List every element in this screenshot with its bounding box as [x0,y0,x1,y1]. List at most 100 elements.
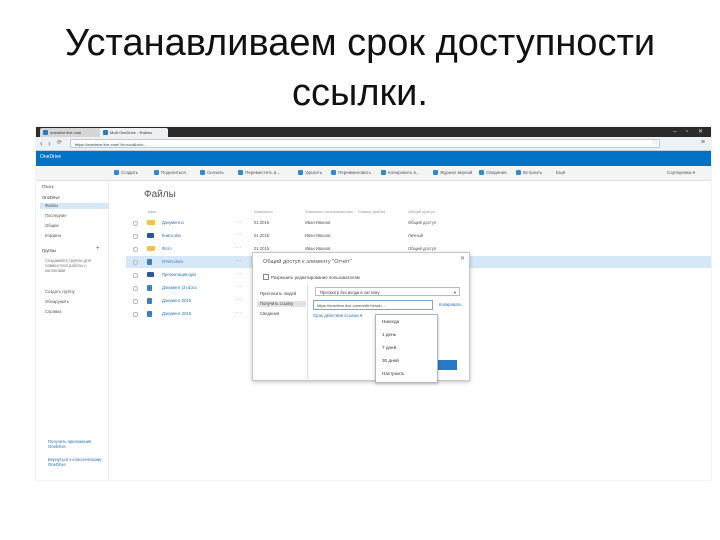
share-icon [154,170,159,175]
cmd-copy[interactable]: Копировать в... [381,169,420,177]
sidebar-owner[interactable]: OneDrive [42,195,60,200]
more-options-icon[interactable]: ··· [236,257,241,265]
col-sharing[interactable]: Общий доступ [408,209,435,214]
sidebar-item-recent[interactable]: Последние [45,213,67,218]
download-icon [200,170,205,175]
file-name[interactable]: Отчёт.docx [162,257,183,267]
cmd-details[interactable]: Сведения [479,169,507,177]
share-link-field[interactable]: https://onedrive.live.com/redir?resid=..… [313,300,433,310]
link-expiry-dropdown[interactable]: Срок действия ссылки ▾ [313,313,362,319]
row-checkbox[interactable] [133,221,138,226]
expiry-option-1-day[interactable]: 1 день [382,331,396,339]
row-checkbox[interactable] [133,286,138,291]
cmd-rename[interactable]: Переименовать [331,169,371,177]
file-name[interactable]: Документ 2015 [162,309,191,319]
expiry-option-custom[interactable]: Настроить [382,370,404,378]
file-name[interactable]: Книга.xlsx [162,231,181,241]
row-checkbox[interactable] [133,299,138,304]
sidebar-item-files[interactable]: Файлы [40,203,109,209]
sidebar-discover[interactable]: Обнаружить [45,299,69,304]
dialog-title: Общий доступ к элементу "Отчёт" [263,259,352,265]
cmd-version-history[interactable]: Журнал версий [433,169,472,177]
sidebar-help[interactable]: Справка [45,309,61,314]
file-name[interactable]: Документы [162,218,184,228]
cmd-more[interactable]: Ещё [556,169,565,177]
table-row[interactable]: Документы ··· 01.2015 Иван Иванов Общий … [126,217,711,229]
more-options-icon[interactable]: ··· [236,218,241,226]
more-options-icon[interactable]: ··· [236,309,241,317]
plus-icon [114,170,119,175]
cmd-share[interactable]: Поделиться [154,169,186,177]
expiry-option-never[interactable]: Никогда [382,318,399,326]
cmd-move[interactable]: Переместить в... [238,169,280,177]
reload-icon[interactable]: ⟳ [57,138,62,149]
sidebar-create-group[interactable]: Создать группу [45,289,75,294]
file-name[interactable]: Документ (2).docx [162,283,197,293]
permission-select[interactable]: Просмотр без входа в систему ▾ [315,287,460,296]
window-controls[interactable]: – ▫ ✕ [673,128,707,135]
row-checkbox[interactable] [133,312,138,317]
file-modified: 01.2015 [254,233,270,238]
document-icon [147,259,152,265]
row-checkbox[interactable] [133,260,138,265]
dialog-nav-details[interactable]: Сведения [260,311,279,317]
copy-link-button[interactable]: Копировать [439,302,462,307]
expiry-dropdown-list: Никогда 1 день 7 дней 30 дней Настроить [375,314,438,383]
table-row[interactable]: Книга.xlsx ··· 01.2015 Иван Иванов Личны… [126,230,711,242]
back-arrow-icon[interactable]: ‹ [40,138,43,149]
file-name[interactable]: Презентация.pptx [162,270,196,280]
tab-favicon-icon [43,130,48,135]
allow-edit-checkbox[interactable]: Разрешить редактирование пользователям [263,274,360,280]
close-icon[interactable]: ✕ [460,255,465,262]
copy-icon [381,170,386,175]
file-sharing: Общий доступ [408,220,437,225]
expiry-option-7-days[interactable]: 7 дней [382,344,396,352]
more-options-icon[interactable]: ··· [236,283,241,291]
slide-title-line-2: ссылки. [292,72,428,114]
file-sharing: Личный [408,233,423,238]
cmd-download[interactable]: Скачать [200,169,224,177]
url-input[interactable]: https://onedrive.live.com/?id=root&cid=.… [70,139,660,148]
dialog-nav: Пригласить людей Получить ссылку Сведени… [257,285,308,379]
col-modified-by[interactable]: Изменено пользователем [305,209,353,214]
sidebar-classic-link[interactable]: Вернуться к классическому OneDrive [48,457,104,467]
browser-tab-active[interactable]: Мой OneDrive - Файлы [100,128,168,137]
cmd-embed[interactable]: Встроить [516,169,542,177]
dialog-nav-invite[interactable]: Пригласить людей [260,291,296,297]
chevron-down-icon: ▾ [453,290,456,295]
sidebar-item-recycle-bin[interactable]: Корзина [45,233,61,238]
file-modified-by: Иван Иванов [305,220,331,225]
more-options-icon[interactable]: ··· [236,244,241,252]
file-name[interactable]: Документ 2015 [162,296,191,306]
document-icon [147,298,152,304]
checkbox-box[interactable] [263,274,269,280]
sidebar-search[interactable]: Поиск [42,184,54,189]
cmd-delete[interactable]: Удалить [298,169,322,177]
sidebar-groups-heading[interactable]: Группы [42,248,56,253]
row-checkbox[interactable] [133,234,138,239]
cmd-create[interactable]: Создать [114,169,138,177]
info-icon [479,170,484,175]
row-checkbox[interactable] [133,247,138,252]
forward-arrow-icon[interactable]: › [48,138,51,149]
add-group-icon[interactable]: + [96,246,100,252]
row-checkbox[interactable] [133,273,138,278]
more-options-icon[interactable]: ··· [236,296,241,304]
sort-dropdown[interactable]: Сортировка ▾ [667,169,695,177]
browser-tab[interactable]: onedrive.live.com [40,128,108,137]
dialog-nav-get-link[interactable]: Получить ссылку [257,301,306,307]
file-name[interactable]: Фото [162,244,172,254]
sidebar-item-shared[interactable]: Общие [45,223,59,228]
col-name[interactable]: Имя [148,209,156,214]
sidebar-get-apps-link[interactable]: Получить приложения OneDrive [48,439,104,449]
app-name[interactable]: OneDrive [40,154,61,160]
bookmark-star-icon[interactable]: ☆ [652,138,658,146]
more-options-icon[interactable]: ··· [236,231,241,239]
col-modified[interactable]: Изменено [254,209,273,214]
more-options-icon[interactable]: ··· [236,270,241,278]
browser-menu-icon[interactable]: ≡ [701,139,705,146]
trash-icon [298,170,303,175]
file-modified-by: Иван Иванов [305,233,331,238]
col-size[interactable]: Размер файла [358,209,385,214]
expiry-option-30-days[interactable]: 30 дней [382,357,399,365]
